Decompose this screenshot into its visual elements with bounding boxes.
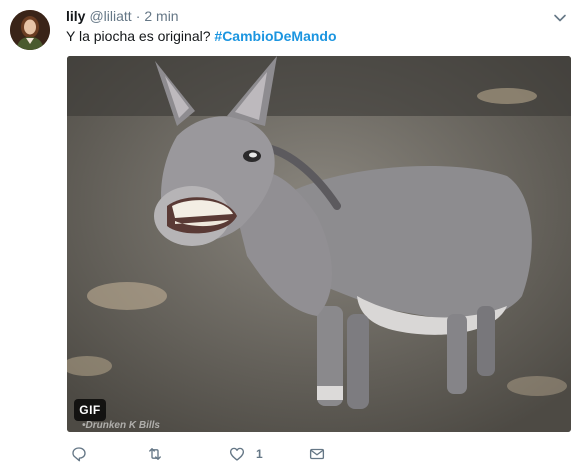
like-button[interactable]: 1 (228, 444, 263, 463)
avatar[interactable] (10, 10, 50, 50)
tweet: lily @liliatt · 2 min Y la piocha es ori… (0, 0, 582, 463)
timestamp[interactable]: 2 min (144, 8, 178, 24)
gif-media[interactable] (67, 56, 571, 432)
author-name[interactable]: lily (66, 8, 85, 24)
tweet-header: lily @liliatt · 2 min (66, 8, 179, 26)
tweet-actions: 1 (66, 444, 366, 463)
retweet-button[interactable] (146, 444, 174, 463)
donkey-image (67, 56, 571, 432)
chevron-down-icon[interactable] (552, 10, 568, 26)
author-handle[interactable]: @liliatt (89, 8, 131, 24)
retweet-icon (146, 445, 164, 463)
hashtag-link[interactable]: #CambioDeMando (214, 28, 336, 44)
heart-icon (228, 445, 246, 463)
reply-icon (70, 445, 88, 463)
reply-button[interactable] (70, 444, 98, 463)
envelope-icon (308, 445, 326, 463)
gif-badge: GIF (74, 399, 106, 421)
separator-dot: · (135, 8, 141, 24)
like-count: 1 (256, 447, 263, 461)
gif-watermark: •Drunken K Bills (82, 420, 160, 431)
tweet-text-plain: Y la piocha es original? (66, 28, 215, 44)
tweet-text: Y la piocha es original? #CambioDeMando (66, 27, 337, 45)
direct-message-button[interactable] (308, 444, 336, 463)
